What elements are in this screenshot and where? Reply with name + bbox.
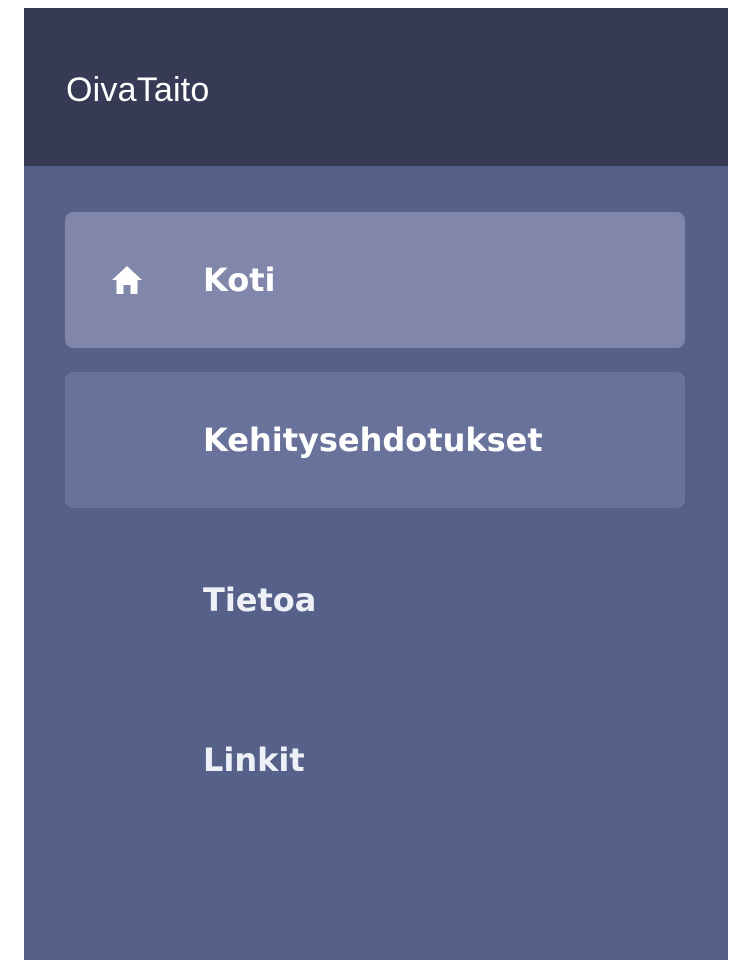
brand-title[interactable]: OivaTaito	[66, 70, 210, 110]
sidebar-item-label: Tietoa	[203, 581, 317, 619]
sidebar-item-label: Kehitysehdotukset	[203, 421, 543, 459]
sidebar-item-koti[interactable]: Koti	[65, 212, 685, 348]
sidebar-item-kehitysehdotukset[interactable]: Kehitysehdotukset	[65, 372, 685, 508]
top-bar: OivaTaito	[24, 8, 728, 166]
sidebar-item-label: Koti	[203, 261, 276, 299]
sidebar-navigation: Koti Kehitysehdotukset Tietoa Linkit	[65, 212, 685, 852]
sidebar-item-linkit[interactable]: Linkit	[65, 692, 685, 828]
sidebar-item-label: Linkit	[203, 741, 305, 779]
sidebar-item-tietoa[interactable]: Tietoa	[65, 532, 685, 668]
app-frame: OivaTaito Koti Kehitysehdotukset Tietoa …	[24, 8, 728, 960]
home-icon	[109, 262, 145, 298]
